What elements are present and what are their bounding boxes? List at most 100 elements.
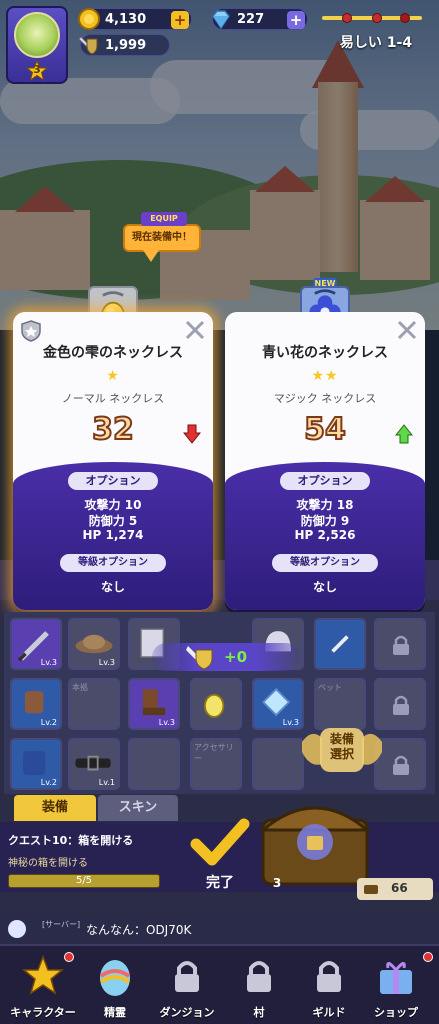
options-label: オプション (280, 472, 370, 490)
necklace-icon (204, 693, 225, 718)
inventory-slot-gem[interactable]: Lv.3 (252, 678, 304, 730)
slot-placeholder: アクセサリー (194, 743, 234, 763)
player-avatar[interactable]: 3 (6, 6, 68, 84)
inventory-slot-belt[interactable]: Lv.1 (68, 738, 120, 790)
add-gem-button[interactable]: + (287, 11, 305, 29)
lock-icon (393, 695, 409, 715)
equip-select-line2: 選択 (329, 747, 354, 761)
add-gold-button[interactable]: + (171, 11, 189, 29)
item-stars: ★★ (311, 368, 339, 384)
equip-select-button[interactable]: 装備 選択 (300, 722, 384, 780)
lock-icon (393, 755, 409, 775)
character-star-icon (21, 954, 65, 995)
inventory-slot-accessory[interactable]: アクセサリー (190, 738, 242, 790)
options-section: オプション 攻撃力 10 防御力 5 HP 1,274 等級オプション なし (13, 462, 213, 610)
stage-progress-dot (342, 13, 352, 23)
lock-icon (247, 961, 271, 992)
stat-hp: HP 2,526 (294, 528, 356, 542)
notification-badge (423, 952, 433, 962)
quest-title: クエスト10：箱を開ける (8, 834, 134, 847)
inventory-slot-sword[interactable]: Lv.3 (10, 618, 62, 670)
inventory-slot-hat[interactable]: Lv.3 (68, 618, 120, 670)
equip-tag: EQUIP (141, 212, 187, 226)
power-up-arrow-icon (395, 424, 413, 444)
chat-message: なんなん：ODJ70K (86, 923, 192, 937)
boss-icon (400, 13, 410, 23)
grade-options-value: なし (100, 580, 125, 594)
stage-label: 易しい 1-4 (339, 35, 413, 51)
done-button[interactable]: 完了 (180, 816, 260, 896)
stat-hp: HP 1,274 (82, 528, 144, 542)
item-type: マジック ネックレス (273, 392, 377, 405)
stat-attack: 攻撃力 10 (84, 498, 142, 512)
equip-select-line1: 装備 (329, 732, 354, 746)
nav-shop[interactable]: ショップ (353, 946, 439, 1024)
sword-shield-icon (186, 646, 213, 670)
power-delta: +0 (224, 648, 248, 666)
slot-placeholder: 本拠 (72, 683, 88, 692)
gold-counter: 4,130 + (78, 8, 192, 30)
options-section: オプション 攻撃力 18 防御力 9 HP 2,526 等級オプション なし (225, 462, 425, 610)
key-icon (364, 885, 378, 894)
new-item-card[interactable]: 青い花のネックレス ★★ マジック ネックレス 54 オプション 攻撃力 18 … (225, 312, 425, 610)
tab-equipment[interactable]: 装備 (14, 795, 96, 821)
inventory-slot-locked[interactable] (374, 618, 426, 670)
done-label: 完了 (206, 875, 234, 891)
grade-options-label: 等級オプション (272, 554, 378, 572)
item-stars: ★ (106, 368, 120, 384)
item-type: ノーマル ネックレス (61, 392, 165, 405)
lock-icon (175, 961, 199, 992)
quest-progress-bar: 5/5 (8, 874, 160, 888)
combat-power-change: +0 (152, 643, 300, 671)
equipped-text: 現在装備中！ (123, 224, 201, 252)
power-counter: 1,999 (78, 34, 170, 56)
chest-level: 3 (272, 876, 282, 890)
sword-shield-icon (78, 36, 98, 55)
crossed-swords-icon (397, 320, 417, 340)
level-star-icon: 3 (25, 59, 49, 82)
stat-attack: 攻撃力 18 (296, 498, 354, 512)
slot-level: Lv.2 (40, 718, 57, 727)
chat-icon (8, 920, 26, 938)
slot-level: Lv.1 (98, 778, 115, 787)
stage-progress-dot (372, 13, 382, 23)
gold-coin-icon (78, 8, 100, 30)
slot-level: Lv.3 (158, 718, 175, 727)
slot-level: Lv.3 (98, 658, 115, 667)
nav-label: ショップ (374, 1006, 418, 1019)
treasure-chest-icon[interactable] (245, 790, 385, 890)
inventory-slot-armor[interactable]: Lv.2 (10, 738, 62, 790)
bottom-nav: キャラクター 精霊 ダンジョン 村 ギルド ショップ (0, 944, 439, 1024)
rainbow-egg-icon (99, 960, 131, 996)
gold-amount: 4,130 (105, 12, 147, 27)
chest-key-counter: 66 (357, 878, 433, 900)
lock-icon (393, 635, 409, 655)
current-item-card[interactable]: 金色の雫のネックレス ★ ノーマル ネックレス 32 オプション 攻撃力 10 … (13, 312, 213, 610)
chest-key-count: 66 (391, 881, 408, 895)
inventory-slot-empty[interactable] (128, 738, 180, 790)
slot-level: Lv.3 (40, 658, 57, 667)
power-down-arrow-icon (183, 424, 201, 444)
tab-skin[interactable]: スキン (98, 795, 178, 821)
inventory-slot-empty[interactable] (252, 738, 304, 790)
gem-amount: 227 (237, 12, 265, 27)
chat-server-tag: [サーバー] (42, 920, 81, 929)
inventory-slot-shield[interactable] (314, 618, 366, 670)
shield-sword-icon (331, 635, 349, 653)
gem-counter: 227 + (212, 8, 308, 30)
equip-select-label: 装備 選択 (320, 732, 364, 762)
inventory-slot-gloves[interactable]: Lv.2 (10, 678, 62, 730)
slot-level: Lv.2 (40, 778, 57, 787)
inventory-slot-boots[interactable]: Lv.3 (128, 678, 180, 730)
inventory-slot-base[interactable]: 本拠 (68, 678, 120, 730)
checkmark-icon (190, 818, 250, 866)
lock-icon (317, 961, 341, 992)
stat-defense: 防御力 9 (300, 514, 350, 528)
inventory-slot-necklace[interactable] (190, 678, 242, 730)
gift-box-icon (380, 962, 412, 994)
slot-placeholder: ペット (318, 683, 342, 692)
power-amount: 1,999 (105, 38, 147, 53)
options-label: オプション (68, 472, 158, 490)
slot-level: Lv.3 (282, 718, 299, 727)
chat-bar[interactable]: [サーバー] なんなん：ODJ70K (0, 914, 439, 944)
